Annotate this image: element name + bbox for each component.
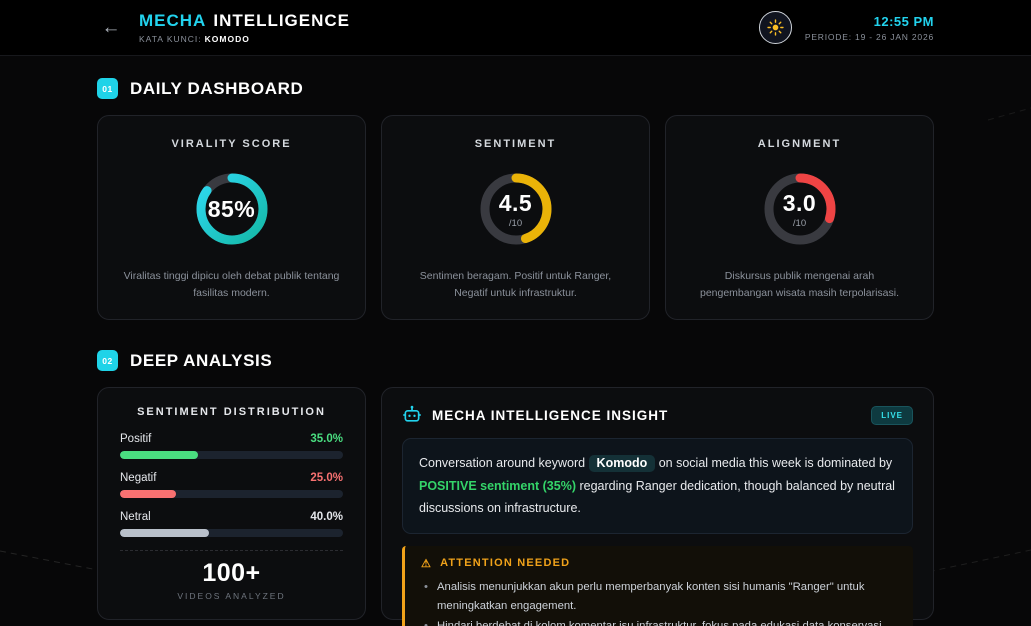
- bar-fill: [120, 451, 198, 459]
- bar-track: [120, 529, 343, 537]
- bar-row-positif: Positif 35.0%: [120, 433, 343, 459]
- section-title: DAILY DASHBOARD: [130, 79, 303, 99]
- sentiment-card: SENTIMENT 4.5/10 Sentimen beragam. Posit…: [381, 115, 650, 320]
- period-label: PERIODE: 19 - 26 JAN 2026: [805, 32, 934, 42]
- sentiment-bars: Positif 35.0% Negatif 25.0% Netral 40.0%: [120, 433, 343, 537]
- card-title: VIRALITY SCORE: [171, 138, 291, 150]
- gauge-center-value: 85%: [193, 154, 271, 264]
- keyword-line: KATA KUNCI:KOMODO: [139, 34, 350, 44]
- card-description: Sentimen beragam. Positif untuk Ranger, …: [404, 268, 627, 301]
- sentiment-gauge: 4.5/10: [477, 154, 555, 264]
- attention-title: ATTENTION NEEDED: [440, 557, 570, 569]
- title-accent: MECHA: [139, 11, 206, 30]
- header-bar: ← MECHA INTELLIGENCE KATA KUNCI:KOMODO 12…: [0, 0, 1031, 56]
- insight-title: MECHA INTELLIGENCE INSIGHT: [432, 408, 668, 423]
- insight-summary-box: Conversation around keyword Komodo on so…: [402, 438, 913, 534]
- title-rest: INTELLIGENCE: [213, 11, 350, 30]
- card-title: ALIGNMENT: [758, 138, 841, 150]
- virality-gauge: 85%: [193, 154, 271, 264]
- videos-count: 100+: [120, 559, 343, 588]
- bar-value: 35.0%: [310, 433, 343, 445]
- card-title: SENTIMENT: [475, 138, 557, 150]
- bar-label: Positif: [120, 433, 151, 445]
- sun-icon: [767, 19, 784, 36]
- insight-text-part2: on social media this week is dominated b…: [655, 456, 892, 470]
- gauge-center-value: 4.5/10: [477, 154, 555, 264]
- videos-count-label: VIDEOS ANALYZED: [120, 591, 343, 601]
- alignment-card: ALIGNMENT 3.0/10 Diskursus publik mengen…: [665, 115, 934, 320]
- weather-status-badge: [759, 11, 792, 44]
- section-title: DEEP ANALYSIS: [130, 351, 272, 371]
- keyword-label: KATA KUNCI:: [139, 34, 202, 44]
- back-button[interactable]: ←: [97, 14, 125, 42]
- gauge-center-value: 3.0/10: [761, 154, 839, 264]
- keyword-value: KOMODO: [205, 34, 250, 44]
- bar-label: Negatif: [120, 472, 156, 484]
- attention-heading: ⚠ ATTENTION NEEDED: [421, 557, 897, 570]
- app-title-block: MECHA INTELLIGENCE KATA KUNCI:KOMODO: [139, 11, 350, 44]
- arrow-left-icon: ←: [102, 17, 121, 39]
- bar-row-netral: Netral 40.0%: [120, 511, 343, 537]
- alignment-gauge: 3.0/10: [761, 154, 839, 264]
- attention-needed-box: ⚠ ATTENTION NEEDED Analisis menunjukkan …: [402, 546, 913, 626]
- bar-track: [120, 490, 343, 498]
- positive-highlight: POSITIVE sentiment (35%): [419, 479, 576, 493]
- section-deep-analysis: 02 DEEP ANALYSIS: [97, 350, 934, 371]
- insight-text-part1: Conversation around keyword: [419, 456, 589, 470]
- card-title: SENTIMENT DISTRIBUTION: [120, 406, 343, 418]
- warning-icon: ⚠: [421, 557, 432, 570]
- clock-time: 12:55 PM: [874, 14, 934, 29]
- live-badge: LIVE: [871, 406, 913, 425]
- attention-item: Analisis menunjukkan akun perlu memperba…: [421, 578, 897, 618]
- dashed-divider: [120, 550, 343, 551]
- keyword-pill: Komodo: [589, 455, 656, 472]
- time-block: 12:55 PM PERIODE: 19 - 26 JAN 2026: [805, 14, 934, 42]
- section-number-badge: 02: [97, 350, 118, 371]
- bar-value: 40.0%: [310, 511, 343, 523]
- bar-row-negatif: Negatif 25.0%: [120, 472, 343, 498]
- card-description: Viralitas tinggi dipicu oleh debat publi…: [120, 268, 343, 301]
- mecha-insight-card: MECHA INTELLIGENCE INSIGHT LIVE Conversa…: [381, 387, 934, 620]
- analysis-cards-row: SENTIMENT DISTRIBUTION Positif 35.0% Neg…: [97, 387, 934, 620]
- bar-value: 25.0%: [310, 472, 343, 484]
- videos-analyzed-summary: 100+ VIDEOS ANALYZED: [120, 559, 343, 601]
- bar-label: Netral: [120, 511, 151, 523]
- attention-list: Analisis menunjukkan akun perlu memperba…: [421, 578, 897, 626]
- page-title: MECHA INTELLIGENCE: [139, 11, 350, 31]
- bar-fill: [120, 490, 176, 498]
- bar-track: [120, 451, 343, 459]
- robot-icon: [402, 405, 422, 425]
- header-right: 12:55 PM PERIODE: 19 - 26 JAN 2026: [759, 11, 934, 44]
- virality-score-card: VIRALITY SCORE 85% Viralitas tinggi dipi…: [97, 115, 366, 320]
- section-daily-dashboard: 01 DAILY DASHBOARD: [97, 78, 934, 99]
- gauge-cards-row: VIRALITY SCORE 85% Viralitas tinggi dipi…: [97, 115, 934, 320]
- section-number-badge: 01: [97, 78, 118, 99]
- card-description: Diskursus publik mengenai arah pengemban…: [688, 268, 911, 301]
- sentiment-distribution-card: SENTIMENT DISTRIBUTION Positif 35.0% Neg…: [97, 387, 366, 620]
- main-content: 01 DAILY DASHBOARD VIRALITY SCORE 85% Vi…: [0, 56, 1031, 620]
- bar-fill: [120, 529, 209, 537]
- attention-item: Hindari berdebat di kolom komentar isu i…: [421, 617, 897, 626]
- insight-header: MECHA INTELLIGENCE INSIGHT LIVE: [402, 405, 913, 425]
